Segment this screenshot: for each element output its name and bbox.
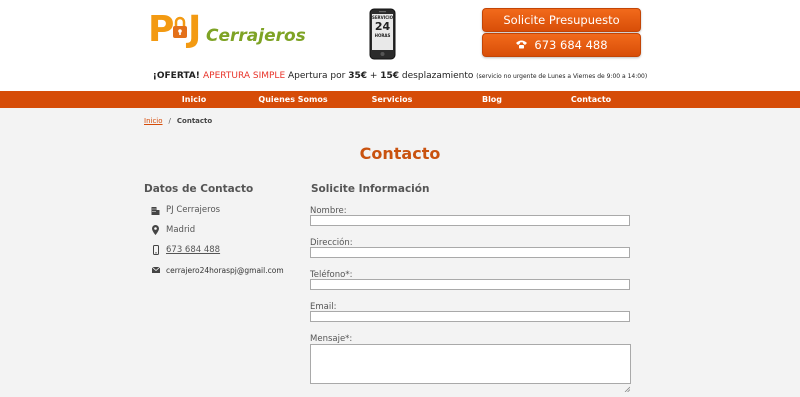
name-field[interactable]	[310, 215, 630, 226]
resize-grip-icon[interactable]	[624, 377, 631, 393]
contact-heading: Datos de Contacto	[144, 183, 254, 195]
nav-item-servicios[interactable]: Servicios	[372, 91, 413, 108]
nav-item-contacto[interactable]: Contacto	[571, 91, 611, 108]
contact-phone-link[interactable]: 673 684 488	[166, 245, 220, 255]
offer-mid: Apertura por	[285, 71, 349, 81]
nav-item-quienes-somos[interactable]: Quienes Somos	[258, 91, 327, 108]
message-label: Mensaje*:	[310, 334, 353, 344]
email-field[interactable]	[310, 311, 630, 322]
phone-field[interactable]	[310, 279, 630, 290]
contact-email-row: cerrajero24horaspj@gmail.com	[151, 265, 284, 275]
contact-company-row: PJ Cerrajeros	[151, 205, 220, 215]
breadcrumb-separator: /	[168, 117, 171, 125]
map-marker-icon	[151, 225, 160, 235]
logo-text: Cerrajeros	[206, 26, 306, 46]
form-heading: Solicite Información	[311, 183, 430, 195]
offer-highlight: APERTURA SIMPLE	[203, 71, 286, 81]
breadcrumb: Inicio / Contacto	[144, 117, 212, 125]
page-title: Contacto	[359, 144, 441, 163]
contact-email[interactable]: cerrajero24horaspj@gmail.com	[166, 266, 284, 275]
offer-prefix: ¡OFERTA!	[152, 71, 204, 81]
phone-handset-icon	[515, 38, 528, 52]
badge-text: SERVICIO 24 HORAS	[369, 15, 396, 38]
address-field[interactable]	[310, 247, 630, 258]
lock-icon	[172, 14, 188, 44]
logo-initial-j: J	[188, 9, 202, 50]
building-icon	[151, 205, 160, 215]
breadcrumb-current: Contacto	[176, 117, 213, 125]
call-phone-button[interactable]: 673 684 488	[482, 33, 641, 57]
offer-banner: ¡OFERTA! APERTURA SIMPLE Apertura por 35…	[0, 71, 800, 81]
contact-city-row: Madrid	[151, 225, 195, 235]
site-header: P J Cerrajeros SERVICIO 24 HORAS Solicit…	[0, 0, 800, 91]
request-quote-label: Solicite Presupuesto	[503, 13, 620, 27]
phone-button-label: 673 684 488	[534, 38, 608, 52]
badge-bottom: HORAS	[374, 33, 391, 38]
site-logo[interactable]: P J Cerrajeros	[148, 10, 308, 50]
logo-initial-p: P	[148, 9, 175, 50]
request-quote-button[interactable]: Solicite Presupuesto	[482, 8, 641, 32]
offer-plus: +	[367, 71, 381, 81]
offer-note: (servicio no urgente de Lunes a Viernes …	[476, 73, 648, 80]
breadcrumb-home-link[interactable]: Inicio	[144, 117, 163, 125]
offer-suffix: desplazamiento	[399, 71, 474, 81]
nav-item-inicio[interactable]: Inicio	[182, 91, 206, 108]
main-nav: Inicio Quienes Somos Servicios Blog Cont…	[0, 91, 800, 108]
contact-company: PJ Cerrajeros	[166, 205, 221, 215]
badge-number: 24	[374, 20, 391, 33]
nav-item-blog[interactable]: Blog	[482, 91, 502, 108]
offer-price: 35€	[348, 71, 367, 81]
mobile-phone-icon	[151, 245, 160, 255]
envelope-icon	[151, 265, 160, 275]
offer-fee: 15€	[380, 71, 400, 81]
contact-phone-row: 673 684 488	[151, 245, 220, 255]
contact-city: Madrid	[166, 225, 196, 235]
message-textarea[interactable]	[310, 344, 631, 384]
